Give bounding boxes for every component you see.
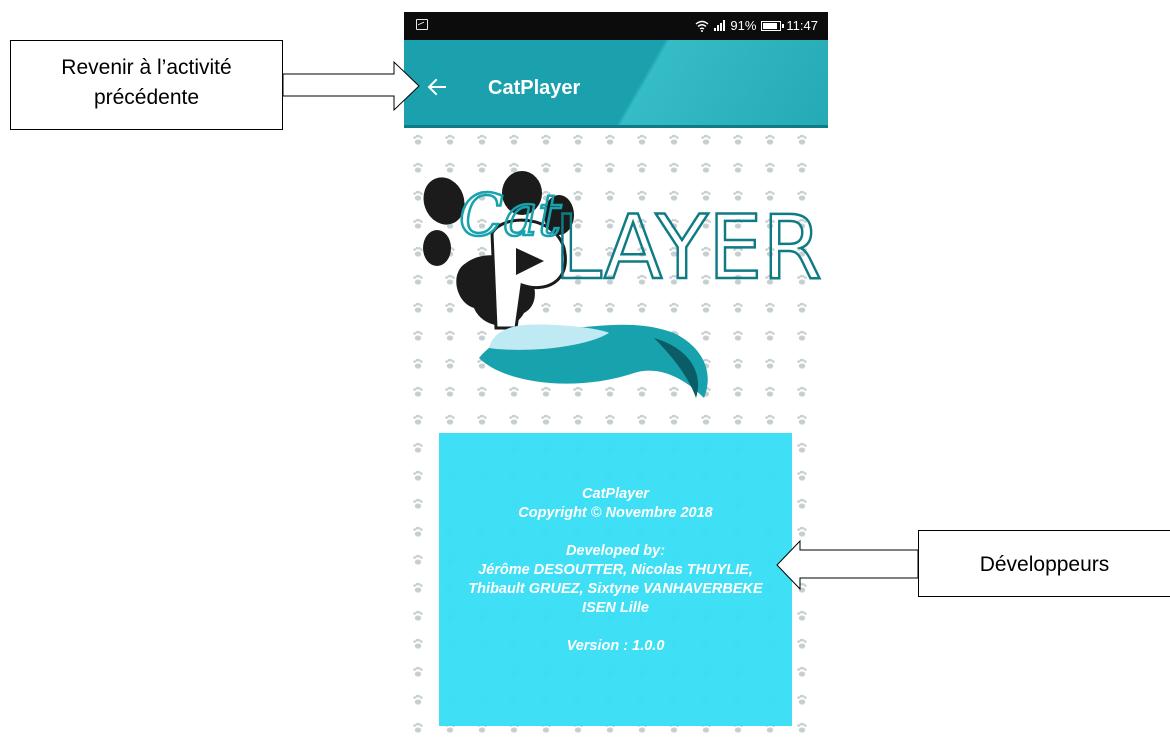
callout-developers-arrow: [776, 539, 919, 591]
callout-back-arrow: [282, 60, 420, 112]
callout-arrows: [282, 60, 919, 591]
